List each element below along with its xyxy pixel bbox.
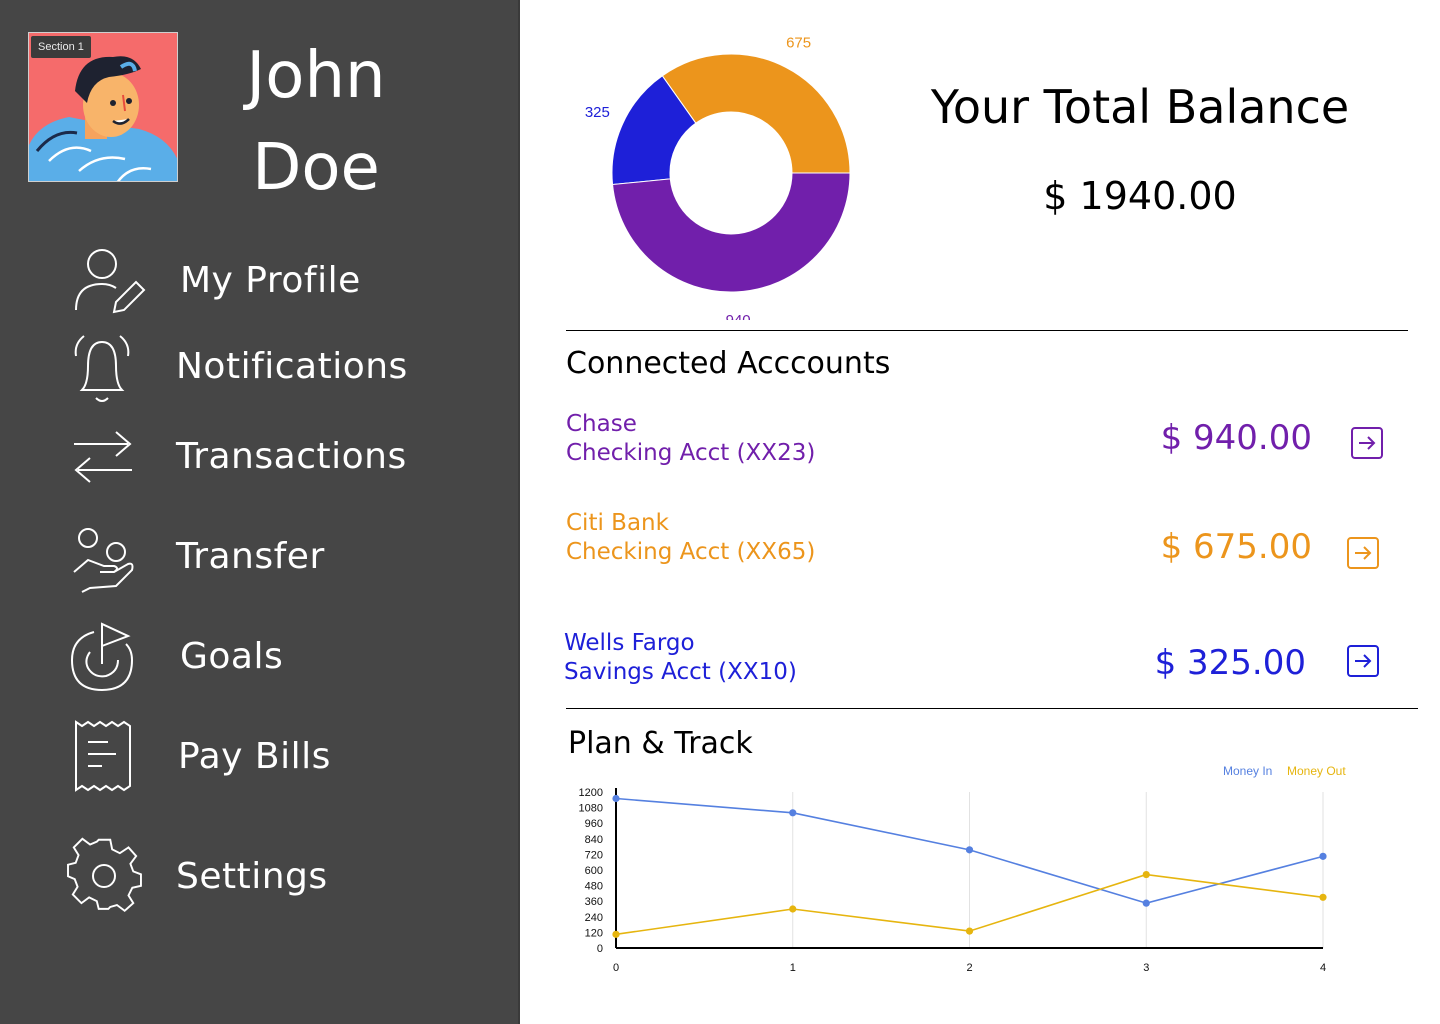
nav-label-notifications: Notifications xyxy=(176,345,408,387)
donut-slice-label: 325 xyxy=(585,104,610,121)
nav-item-goals[interactable]: Goals xyxy=(66,616,283,696)
user-last-name: Doe xyxy=(252,131,380,205)
x-tick-label: 1 xyxy=(790,962,796,974)
sidebar: Section 1 John Doe My Profile Notificati… xyxy=(0,0,520,1024)
nav-item-settings[interactable]: Settings xyxy=(66,836,328,916)
account-row-wells-fargo: Wells Fargo Savings Acct (XX10) $ 325.00 xyxy=(564,629,1394,693)
legend-label: Money Out xyxy=(1287,764,1346,778)
nav-item-transfer[interactable]: Transfer xyxy=(66,516,325,596)
account-name: Citi Bank Checking Acct (XX65) xyxy=(566,509,815,567)
account-row-citi-bank: Citi Bank Checking Acct (XX65) $ 675.00 xyxy=(566,509,1396,573)
x-tick-label: 3 xyxy=(1143,962,1149,974)
account-bank: Citi Bank xyxy=(566,510,669,536)
data-point xyxy=(965,927,974,935)
nav-label-transactions: Transactions xyxy=(176,435,407,477)
nav-item-my-profile[interactable]: My Profile xyxy=(66,240,361,320)
nav-label-pay-bills: Pay Bills xyxy=(178,735,331,777)
nav-label-goals: Goals xyxy=(180,635,284,677)
divider xyxy=(566,708,1418,709)
account-type: Checking Acct (XX65) xyxy=(566,539,816,565)
gear-icon xyxy=(66,836,146,916)
y-tick-label: 480 xyxy=(585,881,603,893)
account-bank: Chase xyxy=(566,411,637,437)
balance-value: $ 1940.00 xyxy=(1043,174,1237,218)
plan-track-heading: Plan & Track xyxy=(568,726,753,761)
data-point xyxy=(789,905,797,913)
donut-slice xyxy=(612,172,851,293)
nav-item-pay-bills[interactable]: Pay Bills xyxy=(66,716,331,796)
account-amount: $ 325.00 xyxy=(1154,643,1306,683)
account-type: Checking Acct (XX23) xyxy=(566,440,816,466)
account-amount: $ 675.00 xyxy=(1160,527,1312,567)
x-tick-label: 2 xyxy=(966,962,972,974)
user-edit-icon xyxy=(66,240,146,320)
x-tick-label: 0 xyxy=(613,962,619,974)
data-point xyxy=(612,794,620,803)
nav-label-settings: Settings xyxy=(176,855,328,897)
y-tick-label: 600 xyxy=(585,865,603,877)
nav-item-transactions[interactable]: Transactions xyxy=(66,416,407,496)
nav-label-transfer: Transfer xyxy=(176,535,325,577)
target-flag-icon xyxy=(66,616,146,696)
bell-icon xyxy=(66,326,146,406)
hand-coins-icon xyxy=(66,516,146,596)
account-name: Chase Checking Acct (XX23) xyxy=(566,410,815,468)
donut-slice-label: 940 xyxy=(726,312,751,320)
open-account-icon[interactable] xyxy=(1346,536,1380,570)
open-account-icon[interactable] xyxy=(1346,644,1380,678)
data-point xyxy=(1319,852,1327,860)
y-tick-label: 1080 xyxy=(579,803,603,815)
data-point xyxy=(612,930,620,938)
open-account-icon[interactable] xyxy=(1350,426,1384,460)
y-tick-label: 960 xyxy=(585,818,603,830)
receipt-icon xyxy=(66,716,146,796)
arrows-exchange-icon xyxy=(66,416,146,496)
donut-slice-label: 675 xyxy=(786,34,811,51)
account-bank: Wells Fargo xyxy=(564,630,695,656)
x-tick-label: 4 xyxy=(1320,962,1326,974)
y-tick-label: 1200 xyxy=(579,787,603,799)
legend-label: Money In xyxy=(1223,764,1272,778)
section-tag: Section 1 xyxy=(31,36,91,58)
account-name: Wells Fargo Savings Acct (XX10) xyxy=(564,629,797,687)
y-tick-label: 360 xyxy=(585,896,603,908)
data-point xyxy=(1142,870,1150,879)
data-point xyxy=(1319,893,1327,901)
y-tick-label: 240 xyxy=(585,912,603,924)
account-row-chase: Chase Checking Acct (XX23) $ 940.00 xyxy=(566,410,1396,474)
data-point xyxy=(965,846,974,854)
nav-label-my-profile: My Profile xyxy=(180,259,361,301)
y-tick-label: 840 xyxy=(585,834,603,846)
donut-slice xyxy=(661,53,851,174)
data-point xyxy=(1142,899,1150,907)
balance-donut-chart: 675 325 940 xyxy=(585,34,851,320)
user-name: John Doe xyxy=(200,30,432,214)
nav-item-notifications[interactable]: Notifications xyxy=(66,326,408,406)
y-tick-label: 0 xyxy=(597,943,603,955)
y-tick-label: 720 xyxy=(585,849,603,861)
y-tick-label: 120 xyxy=(585,927,603,939)
user-first-name: John xyxy=(246,39,386,113)
balance-title: Your Total Balance xyxy=(930,80,1350,134)
divider xyxy=(566,330,1408,331)
account-type: Savings Acct (XX10) xyxy=(564,659,797,685)
account-amount: $ 940.00 xyxy=(1160,418,1312,458)
connected-accounts-heading: Connected Acccounts xyxy=(566,346,891,381)
data-point xyxy=(789,809,797,817)
plan-track-line-chart: 0 120 240 360 480 600 720 840 960 1080 1200 0 1 2 3 4 Mo… xyxy=(579,764,1347,974)
